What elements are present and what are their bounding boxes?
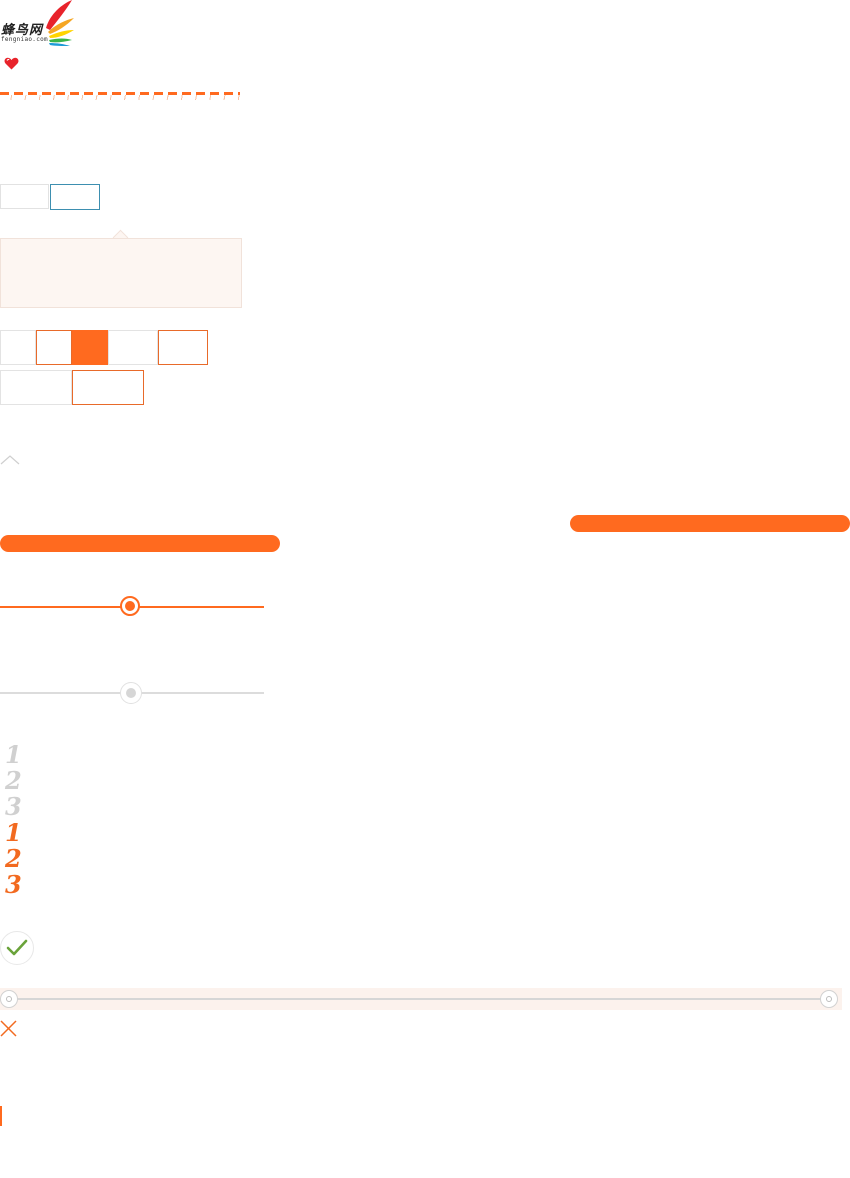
range-track-line[interactable] [8,998,830,1000]
rank-number-orange: 3 [5,870,22,899]
slider-handle-active[interactable] [120,596,140,616]
filter-button-plain[interactable] [0,370,72,405]
page-button-wide-outlined[interactable] [158,330,208,365]
caret-up-icon[interactable] [0,452,20,466]
heart-icon[interactable] [4,57,19,70]
tab-active[interactable] [50,184,100,210]
filter-button-outlined[interactable] [72,370,144,405]
progress-pill-left [0,535,280,552]
logo-feather-icon [46,0,74,46]
tab-default[interactable] [0,184,49,209]
page-button-outlined[interactable] [36,330,72,365]
check-icon [6,939,28,956]
rank-number-grey: 2 [5,766,22,795]
check-button[interactable] [0,931,34,965]
progress-pill-right [570,515,850,532]
logo-domain: fengniao.com [1,36,48,43]
rank-number-orange: 2 [5,844,22,873]
rank-number-grey: 3 [5,792,22,821]
rank-number-orange: 1 [5,818,22,847]
accent-bar [0,1106,2,1126]
page-button-plain[interactable] [0,330,36,365]
close-icon[interactable] [0,1020,18,1038]
slider-handle-inactive[interactable] [120,682,142,704]
rank-number-grey: 1 [5,740,22,769]
range-handle-start[interactable] [0,990,18,1008]
page-button-wide-plain[interactable] [108,330,158,365]
range-handle-end[interactable] [820,990,838,1008]
page-button-current[interactable] [72,330,108,365]
tooltip-panel [0,238,242,308]
dashed-divider [0,92,240,100]
